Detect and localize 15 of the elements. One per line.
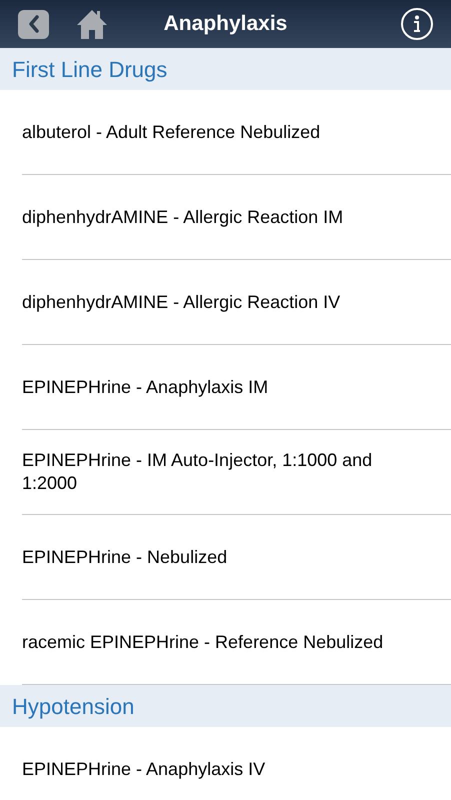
list-item[interactable]: EPINEPHrine - IM Auto-Injector, 1:1000 and 1:2000 (22, 430, 451, 515)
back-icon (26, 15, 40, 33)
list-item[interactable]: EPINEPHrine - Anaphylaxis IM (22, 345, 451, 430)
section-title: First Line Drugs (12, 56, 168, 84)
home-icon (75, 8, 109, 40)
list-item[interactable]: diphenhydrAMINE - Allergic Reaction IM (22, 175, 451, 260)
list-item[interactable]: EPINEPHrine - Anaphylaxis IV (22, 727, 451, 800)
screen-title: Anaphylaxis (164, 11, 288, 38)
list-item[interactable]: albuterol - Adult Reference Nebulized (22, 90, 451, 175)
list-item[interactable]: diphenhydrAMINE - Allergic Reaction IV (22, 260, 451, 345)
list-item[interactable]: EPINEPHrine - Nebulized (22, 515, 451, 600)
info-button[interactable] (401, 8, 433, 40)
section-title: Hypotension (12, 692, 134, 721)
info-icon (412, 15, 422, 33)
back-button[interactable] (18, 10, 49, 38)
